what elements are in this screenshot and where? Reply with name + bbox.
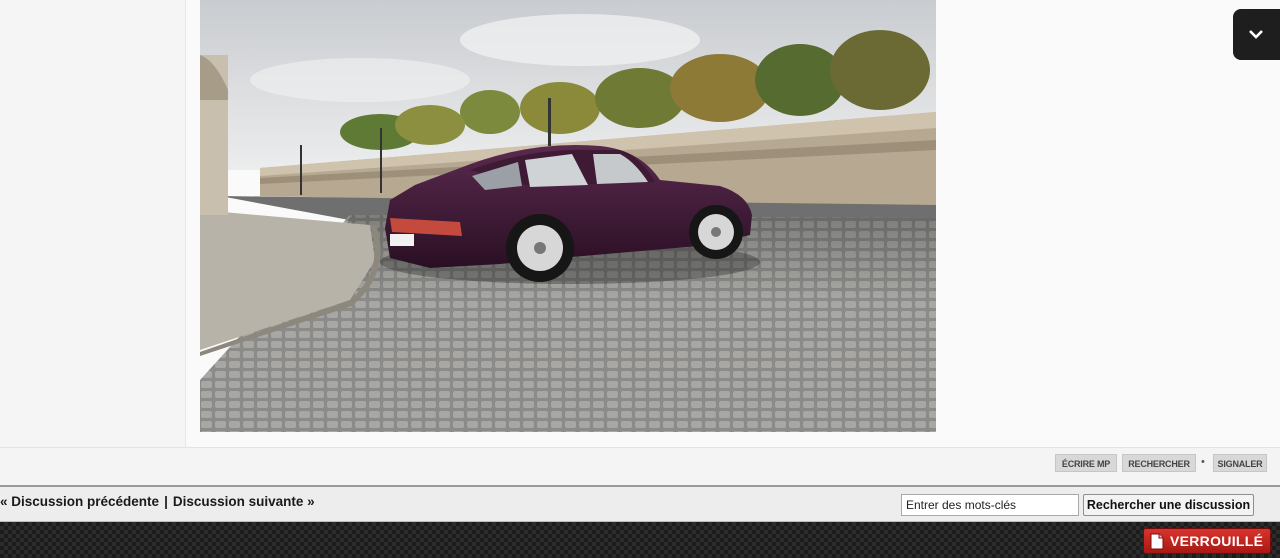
search-posts-button[interactable]: RECHERCHER <box>1122 454 1196 472</box>
write-pm-button[interactable]: ÉCRIRE MP <box>1055 454 1117 472</box>
report-button[interactable]: SIGNALER <box>1213 454 1267 472</box>
post-photo <box>200 0 936 432</box>
thread-search-button[interactable]: Rechercher une discussion <box>1083 494 1254 516</box>
previous-thread-link[interactable]: « Discussion précédente <box>0 494 159 509</box>
thread-navigation: « Discussion précédente | Discussion suiva… <box>0 494 315 509</box>
collapse-toggle[interactable] <box>1233 9 1280 60</box>
next-thread-link[interactable]: Discussion suivante » <box>173 494 315 509</box>
locked-label: VERROUILLÉ <box>1170 533 1264 549</box>
action-separator: • <box>1201 456 1205 468</box>
nav-divider: | <box>164 494 168 509</box>
document-icon <box>1150 533 1164 550</box>
bottom-strip <box>0 522 1280 558</box>
post-user-column <box>0 0 186 485</box>
chevron-down-icon <box>1249 30 1263 39</box>
locked-status-badge: VERROUILLÉ <box>1143 528 1271 554</box>
thread-search-input[interactable] <box>901 494 1079 516</box>
